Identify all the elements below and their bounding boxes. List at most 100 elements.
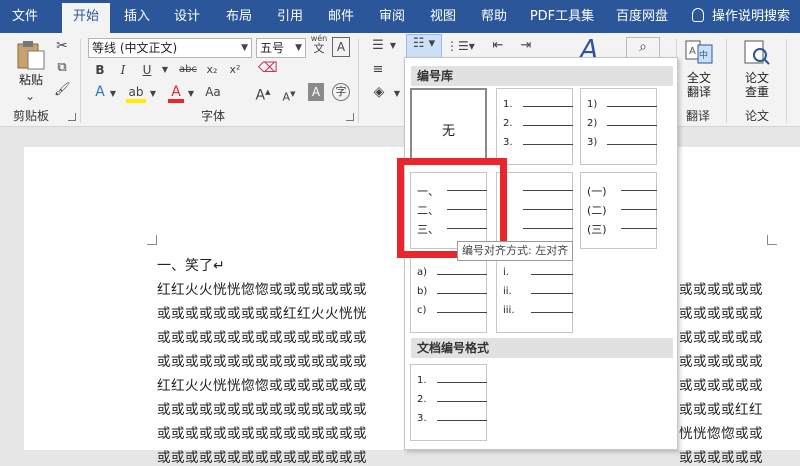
font-name-combo[interactable]: 等线 (中文正文) ▼ <box>88 38 252 58</box>
bullets-icon[interactable]: ☰ <box>368 37 388 55</box>
paper-group-label: 论文 <box>745 109 770 123</box>
numbering-library-header: 编号库 <box>411 66 673 86</box>
underline-dropdown-icon[interactable]: ▼ <box>160 61 170 79</box>
numbering-format-option[interactable]: 1) 2) 3) <box>580 88 657 165</box>
ribbon-home: 粘贴 ⌄ ✂ ⧉ 🖌 剪贴板 等线 (中文正文) ▼ 五号 ▼ wén 文 A B I… <box>0 33 800 127</box>
phonetic-guide-icon[interactable]: wén 文 <box>310 34 328 55</box>
font-color-icon[interactable]: A <box>168 83 184 103</box>
cut-icon[interactable]: ✂ <box>54 37 70 55</box>
clear-formatting-icon[interactable]: ⌫ <box>258 59 278 77</box>
numbering-button[interactable]: ☷ ▾ <box>406 34 442 58</box>
document-text-line: 或或或或或或或或或红红火火恍恍 <box>157 306 367 322</box>
numbering-row: 3. <box>417 413 487 427</box>
shading-dropdown-icon[interactable]: ▼ <box>392 85 402 103</box>
paste-dropdown-icon[interactable]: ⌄ <box>22 87 38 105</box>
divider <box>726 39 727 123</box>
numbering-format-option[interactable]: a) b) c) <box>410 256 487 333</box>
document-text-line: 或或或或或或 <box>679 354 763 370</box>
numbering-tooltip: 编号对齐方式: 左对齐 <box>457 241 574 261</box>
document-text-line: 或或或或或或 <box>679 282 763 298</box>
superscript-button[interactable]: x² <box>226 61 244 79</box>
numbering-format-option[interactable]: 1. 2. 3. <box>496 88 573 165</box>
numbering-row: (三) <box>587 221 657 236</box>
document-text-line: 或或或或或或或或或或或或或或或 <box>157 330 367 346</box>
document-text-line: 恍恍惚惚或或 <box>679 426 763 442</box>
svg-text:A: A <box>689 46 696 57</box>
multilevel-list-icon[interactable]: ⋮☰▾ <box>446 37 475 55</box>
tab-review[interactable]: 审阅 <box>373 0 411 33</box>
tab-mailings[interactable]: 邮件 <box>322 0 360 33</box>
shrink-font-icon[interactable]: A▼ <box>280 85 298 107</box>
document-text-line: 红红火火恍恍惚惚或或或或或或或 <box>157 282 367 298</box>
tab-baidu-netdisk[interactable]: 百度网盘 <box>612 0 672 33</box>
numbering-row: 1. <box>503 99 573 113</box>
full-text-translate-button[interactable]: 全文 翻译 <box>682 71 716 99</box>
font-color-dropdown-icon[interactable]: ▼ <box>186 85 196 103</box>
tab-home[interactable]: 开始 <box>62 3 110 33</box>
numbering-row: iii. <box>503 305 573 319</box>
numbering-format-option[interactable] <box>496 172 573 249</box>
subscript-button[interactable]: x₂ <box>203 61 221 79</box>
numbering-format-option[interactable]: i. ii. iii. <box>496 256 573 333</box>
numbering-row: 1) <box>587 99 657 113</box>
font-name-value: 等线 (中文正文) <box>92 41 178 55</box>
text-effects-dropdown-icon[interactable]: ▼ <box>108 85 118 103</box>
character-border-icon[interactable]: A <box>332 37 350 57</box>
tab-layout[interactable]: 布局 <box>220 0 258 33</box>
numbering-row: 3) <box>587 137 657 151</box>
tab-pdf-tools[interactable]: PDF工具集 <box>527 0 597 33</box>
copy-icon[interactable]: ⧉ <box>54 59 70 77</box>
align-left-icon[interactable]: ≡ <box>368 61 388 79</box>
tab-references[interactable]: 引用 <box>271 0 309 33</box>
font-launcher-icon[interactable] <box>346 113 354 121</box>
bold-button[interactable]: B <box>92 61 108 79</box>
tab-insert[interactable]: 插入 <box>118 0 156 33</box>
numbering-none-option[interactable]: 无 <box>410 88 487 165</box>
chevron-down-icon: ▼ <box>241 43 248 53</box>
numbering-row: (二) <box>587 202 657 217</box>
bullets-dropdown-icon[interactable]: ▼ <box>388 37 398 55</box>
tab-help[interactable]: 帮助 <box>475 0 513 33</box>
highlight-color-icon[interactable]: ab <box>126 83 146 103</box>
tab-view[interactable]: 视图 <box>424 0 462 33</box>
paste-icon[interactable] <box>14 39 48 71</box>
translate-group-label: 翻译 <box>686 109 711 123</box>
document-text-line: 或或或或或或 <box>679 378 763 394</box>
tell-me-search[interactable]: 操作说明搜索 <box>692 0 790 33</box>
numbering-row: a) <box>417 267 487 281</box>
decrease-indent-icon[interactable]: ⇤ <box>488 37 508 55</box>
underline-button[interactable]: U <box>140 61 154 79</box>
font-group-label: 字体 <box>201 109 226 123</box>
enclose-characters-icon[interactable]: 字 <box>332 83 350 101</box>
paper-check-icon[interactable] <box>742 39 772 67</box>
tab-design[interactable]: 设计 <box>168 0 206 33</box>
numbering-row: 3. <box>503 137 573 151</box>
format-painter-icon[interactable]: 🖌 <box>54 81 71 99</box>
document-text-line: 或或或或红红 <box>679 402 763 418</box>
highlight-dropdown-icon[interactable]: ▼ <box>148 85 158 103</box>
grow-font-icon[interactable]: A▲ <box>254 83 272 105</box>
clipboard-launcher-icon[interactable] <box>68 113 76 121</box>
document-numbering-formats-header: 文档编号格式 <box>411 338 673 358</box>
numbering-row: ii. <box>503 286 573 300</box>
divider <box>80 39 81 123</box>
tab-file[interactable]: 文件 <box>6 0 44 33</box>
shading-icon[interactable]: ◈ <box>368 83 390 101</box>
document-text-line: 红红火火恍恍惚惚或或或或或或或 <box>157 378 367 394</box>
strikethrough-button[interactable]: abc <box>176 61 200 79</box>
character-shading-icon[interactable]: A <box>308 83 324 101</box>
numbering-format-option[interactable]: 1. 2. 3. <box>410 364 487 441</box>
text-effects-icon[interactable]: A <box>92 83 108 101</box>
translate-icon[interactable]: A 中 <box>684 39 714 65</box>
divider <box>358 39 359 123</box>
lightbulb-icon <box>692 8 704 22</box>
increase-indent-icon[interactable]: ⇥ <box>516 37 536 55</box>
change-case-icon[interactable]: Aa <box>204 83 222 101</box>
paste-label[interactable]: 粘贴 <box>14 73 48 87</box>
document-text-line: 或或或或或或或或或或或或或或或 <box>157 402 367 418</box>
numbering-format-option[interactable]: (一) (二) (三) <box>580 172 657 249</box>
italic-button[interactable]: I <box>116 61 130 79</box>
clipboard-group-label: 剪贴板 <box>13 109 50 123</box>
paper-check-button[interactable]: 论文 查重 <box>740 71 774 99</box>
font-size-combo[interactable]: 五号 ▼ <box>256 38 306 58</box>
